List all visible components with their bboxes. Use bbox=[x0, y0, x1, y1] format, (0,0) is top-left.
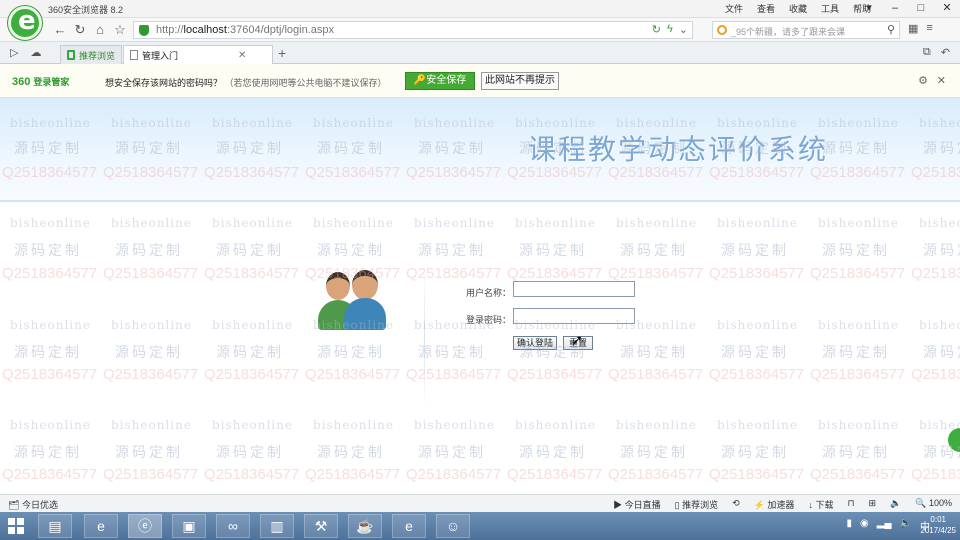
taskbar-app-paint-icon[interactable]: ▤ bbox=[38, 514, 72, 538]
daily-picks-link[interactable]: 🗂 今日优选 bbox=[8, 498, 58, 511]
never-for-site-button[interactable]: 此网站不再提示 bbox=[481, 72, 559, 90]
browser-title: 360安全浏览器 8.2 bbox=[48, 5, 124, 15]
taskbar-explorer-icon[interactable]: ▣ bbox=[172, 514, 206, 538]
search-box[interactable]: _95个新疆，请多了跟来会课 ⚲ bbox=[712, 21, 900, 39]
star-icon[interactable]: ☆ bbox=[112, 22, 128, 38]
taskbar-java-icon[interactable]: ☕ bbox=[348, 514, 382, 538]
taskbar-ie-icon[interactable]: e bbox=[84, 514, 118, 538]
users-icon bbox=[318, 270, 390, 332]
address-bar: ← ↻ ⌂ ☆ http://localhost:37604/dptj/logi… bbox=[0, 18, 960, 42]
refresh-icon[interactable]: ↻ bbox=[72, 22, 88, 38]
taskbar-tools-icon[interactable]: ⚒ bbox=[304, 514, 338, 538]
password-input[interactable] bbox=[513, 308, 635, 324]
search-input[interactable]: _95个新疆，请多了跟来会课 bbox=[731, 25, 845, 38]
url-field[interactable]: http://localhost:37604/dptj/login.aspx ↻… bbox=[133, 21, 693, 39]
new-tab-button[interactable]: + bbox=[278, 45, 286, 61]
tab-admin-login[interactable]: 管理入门 ✕ bbox=[123, 45, 273, 64]
tray-signal-icon[interactable]: ▂▄ bbox=[877, 518, 892, 533]
mouse-cursor-icon: ➚ bbox=[572, 332, 583, 347]
gear-icon[interactable]: ⚙ bbox=[918, 74, 928, 87]
back-arrow-icon[interactable]: ← bbox=[52, 22, 68, 38]
tab-label: 管理入门 bbox=[142, 50, 179, 61]
tray-volume-icon[interactable]: 🔈 bbox=[900, 518, 912, 533]
zoom-level[interactable]: 🔍 100% bbox=[915, 498, 952, 511]
maximize-button[interactable]: □ bbox=[908, 0, 934, 18]
speed-mode-icon[interactable]: ϟ bbox=[667, 23, 673, 36]
url-text: http://localhost:37604/dptj/login.aspx bbox=[156, 24, 334, 36]
sidebar-toggle-icon[interactable]: ▷ bbox=[10, 46, 18, 59]
tray-security-icon[interactable]: ◉ bbox=[860, 518, 869, 533]
taskbar-visual-studio-icon[interactable]: ∞ bbox=[216, 514, 250, 538]
browser-title-bar: 360安全浏览器 8.2 文件 查看 收藏 工具 帮助 ▾ – □ ✕ bbox=[0, 0, 960, 18]
menu-icon[interactable]: ≡ bbox=[926, 22, 932, 35]
divider bbox=[424, 268, 425, 410]
minimize-button[interactable]: – bbox=[882, 0, 908, 18]
home-icon[interactable]: ⌂ bbox=[92, 22, 108, 38]
clock-time: 0:01 bbox=[930, 515, 946, 524]
tab-label: 推荐浏览 bbox=[79, 50, 116, 61]
page-content: 课程教学动态评价系统 用户名称： 登录密码： 确认登陆 重置 ➚ bbox=[0, 98, 960, 494]
phone-icon bbox=[67, 50, 75, 60]
clock[interactable]: 0:01 2017/4/25 bbox=[920, 514, 956, 536]
secure-save-button[interactable]: 🔑安全保存 bbox=[405, 72, 475, 90]
tab-bar: ▷ ☁ 推荐浏览 管理入门 ✕ + ⧉ ↶ bbox=[0, 42, 960, 64]
status-bar: 🗂 今日优选 ▶ 今日直播 ▯ 推荐浏览 ⟲ ⚡ 加速器 ↓ 下载 ⊓ ⊞ 🔈 … bbox=[0, 494, 960, 512]
username-label: 用户名称： bbox=[466, 288, 512, 298]
password-save-bar: 360 登录管家 想安全保存该网站的密码吗？ （若您使用网吧等公共电脑不建议保存… bbox=[0, 64, 960, 98]
taskbar-book-icon[interactable]: ▥ bbox=[260, 514, 294, 538]
floating-assistant-icon[interactable] bbox=[948, 428, 960, 452]
volume-icon[interactable]: 🔈 bbox=[890, 498, 901, 511]
system-tray: ▮ ◉ ▂▄ 🔈 中 bbox=[847, 518, 930, 533]
browser-logo-icon[interactable] bbox=[8, 6, 42, 40]
restore-icon[interactable]: ⧉ bbox=[923, 46, 931, 59]
close-bar-icon[interactable]: ✕ bbox=[937, 74, 946, 87]
clock-date: 2017/4/25 bbox=[920, 526, 956, 535]
close-tab-icon[interactable]: ✕ bbox=[238, 50, 246, 61]
menu-view[interactable]: 查看 bbox=[757, 2, 775, 15]
skin-icon[interactable]: ▾ bbox=[856, 0, 882, 18]
recommend-link[interactable]: ▯ 推荐浏览 bbox=[675, 498, 718, 511]
reload-green-icon[interactable]: ↻ bbox=[652, 23, 661, 36]
header-banner: 课程教学动态评价系统 bbox=[0, 98, 960, 202]
screenshot-icon[interactable]: ⊞ bbox=[868, 498, 876, 511]
dropdown-chevron-icon[interactable]: ⌄ bbox=[679, 23, 688, 36]
username-input[interactable] bbox=[513, 281, 635, 297]
close-window-button[interactable]: ✕ bbox=[934, 0, 960, 18]
tab-recommended[interactable]: 推荐浏览 bbox=[60, 45, 123, 64]
login-button[interactable]: 确认登陆 bbox=[513, 336, 557, 350]
cloud-icon[interactable]: ☁ bbox=[30, 46, 41, 59]
windows-start-icon[interactable] bbox=[8, 518, 24, 534]
search-icon[interactable]: ⚲ bbox=[887, 23, 895, 36]
menu-file[interactable]: 文件 bbox=[725, 2, 743, 15]
window-icon[interactable]: ⊓ bbox=[847, 498, 854, 511]
apps-grid-icon[interactable]: ▦ bbox=[908, 22, 918, 35]
system-title: 课程教学动态评价系统 bbox=[528, 133, 829, 166]
menu-favorites[interactable]: 收藏 bbox=[789, 2, 807, 15]
window-controls: ▾ – □ ✕ bbox=[856, 0, 960, 18]
search-engine-icon bbox=[717, 25, 727, 35]
taskbar-360-browser-icon[interactable]: ⓔ bbox=[128, 514, 162, 538]
taskbar: ▤ e ⓔ ▣ ∞ ▥ ⚒ ☕ e ☺ ▮ ◉ ▂▄ 🔈 中 0:01 2017… bbox=[0, 512, 960, 540]
taskbar-ie2-icon[interactable]: e bbox=[392, 514, 426, 538]
menu-tools[interactable]: 工具 bbox=[821, 2, 839, 15]
taskbar-app-icon[interactable]: ☺ bbox=[436, 514, 470, 538]
page-icon bbox=[130, 50, 138, 60]
accelerator-link[interactable]: ⚡ 加速器 bbox=[754, 498, 795, 511]
secure-shield-icon bbox=[139, 25, 149, 36]
live-link[interactable]: ▶ 今日直播 bbox=[613, 498, 661, 511]
download-link[interactable]: ↓ 下载 bbox=[808, 498, 833, 511]
sync-icon[interactable]: ⟲ bbox=[732, 498, 740, 511]
password-label: 登录密码： bbox=[466, 315, 512, 325]
browser-menu: 文件 查看 收藏 工具 帮助 bbox=[725, 2, 871, 15]
tray-network-icon[interactable]: ▮ bbox=[847, 518, 853, 533]
undo-close-icon[interactable]: ↶ bbox=[941, 46, 950, 59]
login-manager-brand: 360 登录管家 bbox=[12, 76, 70, 88]
save-password-message: 想安全保存该网站的密码吗？ （若您使用网吧等公共电脑不建议保存） bbox=[105, 78, 387, 88]
